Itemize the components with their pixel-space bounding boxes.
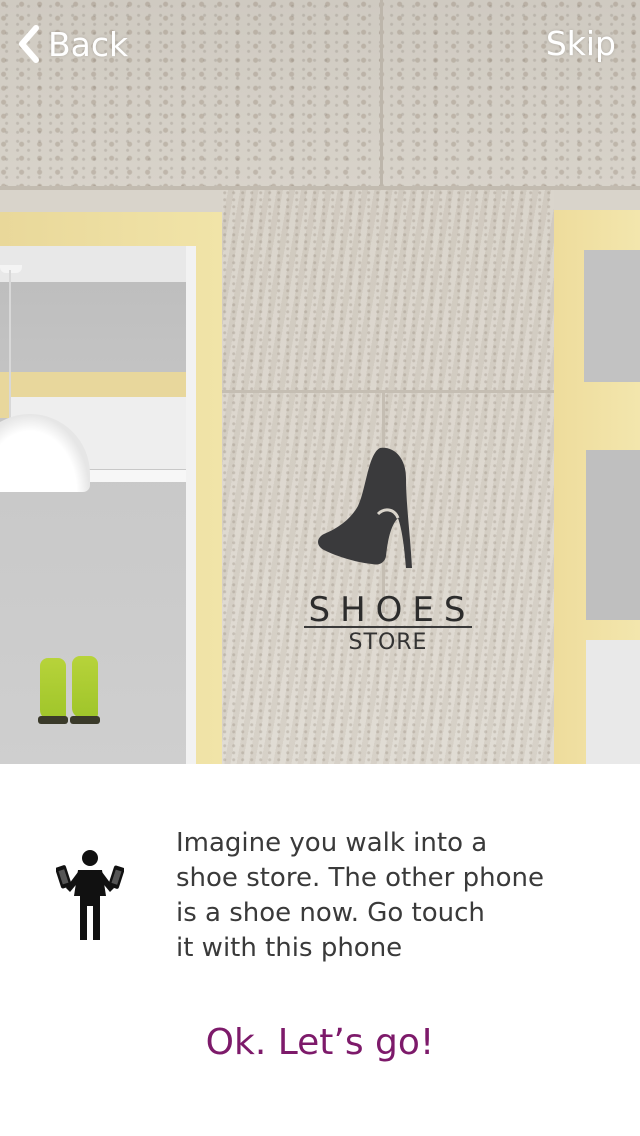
right-window-pane-bottom xyxy=(586,640,640,764)
instruction-text: Imagine you walk into a shoe store. The … xyxy=(176,828,544,963)
left-display-window xyxy=(0,246,196,764)
lamp-cord xyxy=(9,270,11,418)
skip-button[interactable]: Skip xyxy=(546,22,616,66)
lamp-mount xyxy=(0,265,22,273)
store-front-image: SHOES STORE Back Skip xyxy=(0,0,640,764)
chevron-left-icon xyxy=(19,25,39,63)
high-heel-icon xyxy=(318,447,412,568)
lets-go-button[interactable]: Ok. Let’s go! xyxy=(0,1022,640,1063)
green-boot-left xyxy=(40,658,66,720)
right-window-pane-middle xyxy=(586,450,640,620)
logo-subtitle: STORE xyxy=(348,630,428,655)
onboarding-screen: SHOES STORE Back Skip Imagine you walk i… xyxy=(0,0,640,1136)
right-window-pane-top xyxy=(584,250,640,382)
person-holding-phones-icon xyxy=(56,850,124,940)
green-boot-right xyxy=(72,656,98,718)
back-button[interactable]: Back xyxy=(14,22,128,66)
shoes-store-logo: SHOES STORE xyxy=(300,444,476,656)
back-label: Back xyxy=(48,24,129,64)
logo-title: SHOES xyxy=(308,590,476,630)
